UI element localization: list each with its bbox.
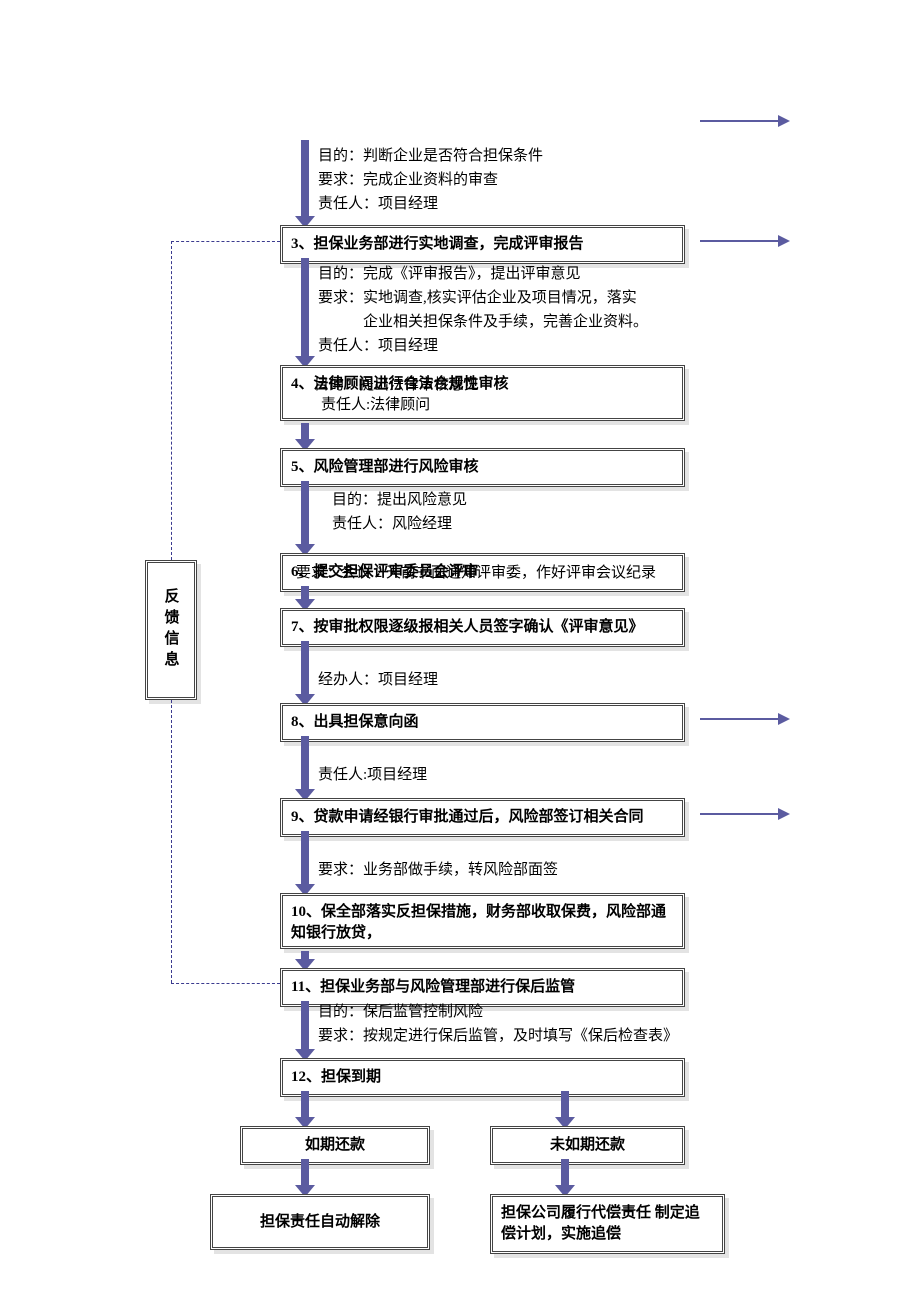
arrow-right-down xyxy=(561,1159,569,1187)
step8-pre: 经办人：项目经理 xyxy=(318,668,438,692)
arrow-12-right xyxy=(561,1091,569,1119)
step-12: 12、担保到期 xyxy=(280,1058,685,1097)
step-7: 7、按审批权限逐级报相关人员签字确认《评审意见》 xyxy=(280,608,685,647)
step-10: 10、保全部落实反担保措施，财务部收取保费，风险部通知银行放贷， xyxy=(280,893,685,949)
step8-after: 责任人:项目经理 xyxy=(318,763,427,787)
step5-note-2: 责任人：风险经理 xyxy=(332,512,452,536)
step11-note-2: 要求：按规定进行保后监管，及时填写《保后检查表》 xyxy=(318,1024,678,1048)
arrow-10-11 xyxy=(301,951,309,961)
arrow-top-right xyxy=(700,120,780,122)
dash-low-v xyxy=(171,700,172,983)
step11-note-1: 目的：保后监管控制风险 xyxy=(318,1000,483,1024)
step-9: 9、贷款申请经银行审批通过后，风险部签订相关合同 xyxy=(280,798,685,837)
step3-note-2: 要求：实地调查,核实评估企业及项目情况，落实 xyxy=(318,286,637,310)
step3-note-3: 企业相关担保条件及手续，完善企业资料。 xyxy=(318,310,648,334)
dash-up-h xyxy=(171,241,280,242)
arrow-step8-right xyxy=(700,718,780,720)
left-top: 如期还款 xyxy=(240,1126,430,1165)
right-top: 未如期还款 xyxy=(490,1126,685,1165)
arrow-8-9 xyxy=(301,736,309,791)
arrow-9-10 xyxy=(301,831,309,886)
feedback-sidebar: 反馈信息 xyxy=(145,560,197,700)
flowchart: 目的：判断企业是否符合担保条件 要求：完成企业资料的审查 责任人：项目经理 3、… xyxy=(0,0,920,1302)
arrow-6-7 xyxy=(301,586,309,601)
arrow-pre xyxy=(301,140,309,218)
pre-note-2: 要求：完成企业资料的审查 xyxy=(318,168,498,192)
step-5: 5、风险管理部进行风险审核 xyxy=(280,448,685,487)
arrow-12-left xyxy=(301,1091,309,1119)
step5-note-1: 目的：提出风险意见 xyxy=(332,488,467,512)
dash-up-v xyxy=(171,241,172,560)
arrow-4-5 xyxy=(301,423,309,441)
arrow-left-down xyxy=(301,1159,309,1187)
step3-note-1: 目的：完成《评审报告》，提出评审意见 xyxy=(318,262,581,286)
arrow-3-4 xyxy=(301,258,309,358)
step-6-sub: 要求：会议 2 天前书面通知评审委，作好评审会议纪录 xyxy=(296,561,656,585)
arrow-11-12 xyxy=(301,1001,309,1051)
step-4-sub1: 目的：提出法律审核意见 xyxy=(314,373,479,397)
step9-after: 要求：业务部做手续，转风险部面签 xyxy=(318,858,558,882)
step-8: 8、出具担保意向函 xyxy=(280,703,685,742)
arrow-step3-right xyxy=(700,240,780,242)
dash-low-h xyxy=(171,983,280,984)
arrow-5-6 xyxy=(301,481,309,546)
pre-note-1: 目的：判断企业是否符合担保条件 xyxy=(318,144,543,168)
step3-note-4: 责任人：项目经理 xyxy=(318,334,438,358)
arrow-7-8 xyxy=(301,641,309,696)
arrow-step9-right xyxy=(700,813,780,815)
step-3: 3、担保业务部进行实地调查，完成评审报告 xyxy=(280,225,685,264)
left-bottom: 担保责任自动解除 xyxy=(210,1194,430,1250)
step-4-sub2: 责任人:法律顾问 xyxy=(291,395,674,416)
right-bottom: 担保公司履行代偿责任 制定追偿计划，实施追偿 xyxy=(490,1194,725,1254)
pre-note-3: 责任人：项目经理 xyxy=(318,192,438,216)
